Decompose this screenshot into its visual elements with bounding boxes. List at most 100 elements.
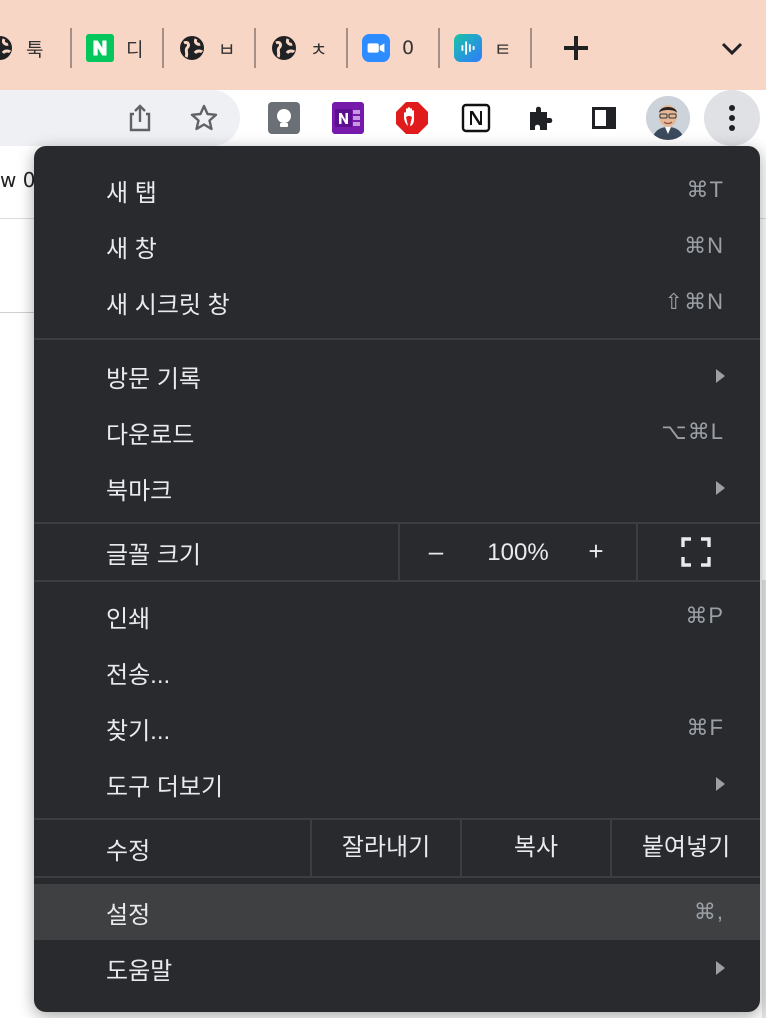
tab-1[interactable]: 툭 xyxy=(0,28,43,68)
puzzle-extensions-icon xyxy=(530,106,553,130)
menu-item-label: 다운로드 xyxy=(106,421,195,449)
adblock-extension-button[interactable] xyxy=(394,100,430,136)
menu-item-shortcut: ⌥⌘L xyxy=(661,419,724,444)
zoom-divider xyxy=(636,524,638,580)
chevron-down-icon xyxy=(721,42,743,56)
adblock-hand-icon xyxy=(396,102,428,134)
zoom-video-icon xyxy=(362,34,390,62)
menu-item-shortcut: ⇧⌘N xyxy=(664,289,724,314)
fullscreen-button[interactable] xyxy=(680,536,712,568)
tab-title: 디 xyxy=(126,38,144,61)
menu-item-label: 새 시크릿 창 xyxy=(106,291,230,319)
tab-separator xyxy=(346,28,348,68)
menu-item-new-tab[interactable]: 새 탭 ⌘T xyxy=(34,162,760,218)
onenote-extension-button[interactable] xyxy=(330,100,366,136)
menu-item-shortcut: ⌘T xyxy=(686,177,724,202)
sidepanel-icon xyxy=(592,107,616,129)
naver-n-icon xyxy=(86,34,114,62)
menu-item-label: 방문 기록 xyxy=(106,365,201,393)
menu-item-label: 설정 xyxy=(106,901,151,929)
chrome-menu-button[interactable] xyxy=(704,90,760,146)
tab-title: 툭 xyxy=(26,38,44,61)
side-panel-button[interactable] xyxy=(586,100,622,136)
globe-icon xyxy=(270,34,298,62)
tab-separator xyxy=(254,28,256,68)
extensions-button[interactable] xyxy=(522,100,558,136)
edit-label: 수정 xyxy=(106,837,151,865)
new-tab-button[interactable] xyxy=(560,30,592,66)
clova-note-icon xyxy=(454,34,482,62)
zoom-label: 글꼴 크기 xyxy=(106,541,201,569)
menu-item-label: 북마크 xyxy=(106,477,173,505)
menu-item-label: 도구 더보기 xyxy=(106,773,224,801)
profile-avatar[interactable] xyxy=(646,96,690,140)
lightbulb-extension-icon xyxy=(268,102,300,134)
zoom-out-button[interactable]: – xyxy=(418,534,454,570)
chrome-app-menu: 새 탭 ⌘T 새 창 ⌘N 새 시크릿 창 ⇧⌘N 방문 기록 다운로드 ⌥⌘L… xyxy=(34,146,760,1012)
zoom-divider xyxy=(398,524,400,580)
menu-item-label: 전송... xyxy=(106,661,171,689)
menu-item-print[interactable]: 인쇄 ⌘P xyxy=(34,588,760,644)
submenu-arrow-icon xyxy=(716,481,725,495)
tab-search-button[interactable] xyxy=(718,34,746,62)
menu-item-help[interactable]: 도움말 xyxy=(34,940,760,996)
menu-item-more-tools[interactable]: 도구 더보기 xyxy=(34,756,760,812)
tab-title: ㅌ xyxy=(494,38,512,61)
menu-item-shortcut: ⌘N xyxy=(684,233,724,258)
globe-icon xyxy=(178,34,206,62)
notion-icon xyxy=(461,103,491,133)
menu-item-new-incognito-window[interactable]: 새 시크릿 창 ⇧⌘N xyxy=(34,274,760,330)
share-icon xyxy=(129,104,151,132)
tab-6[interactable]: ㅌ xyxy=(454,28,511,68)
menu-item-history[interactable]: 방문 기록 xyxy=(34,348,760,404)
bookmark-star-button[interactable] xyxy=(186,100,222,136)
zoom-level: 100% xyxy=(487,539,549,566)
menu-divider xyxy=(34,580,760,582)
menu-item-label: 찾기... xyxy=(106,717,171,745)
copy-button[interactable]: 복사 xyxy=(462,820,610,876)
menu-item-label: 새 창 xyxy=(106,235,157,263)
submenu-arrow-icon xyxy=(716,369,725,383)
menu-item-label: 새 탭 xyxy=(106,179,157,207)
lightbulb-extension-button[interactable] xyxy=(266,100,302,136)
submenu-arrow-icon xyxy=(716,961,725,975)
fullscreen-icon xyxy=(681,537,711,567)
menu-divider xyxy=(34,338,760,340)
tab-title: ㅊ xyxy=(310,38,328,61)
plus-icon xyxy=(564,36,588,60)
paste-button[interactable]: 붙여넣기 xyxy=(612,820,760,876)
menu-item-downloads[interactable]: 다운로드 ⌥⌘L xyxy=(34,404,760,460)
submenu-arrow-icon xyxy=(716,777,725,791)
tab-5[interactable]: 0 xyxy=(362,28,414,68)
tab-4[interactable]: ㅊ xyxy=(270,28,327,68)
menu-item-cast[interactable]: 전송... xyxy=(34,644,760,700)
zoom-in-button[interactable]: + xyxy=(578,534,614,570)
menu-item-label: 인쇄 xyxy=(106,605,151,633)
tab-3[interactable]: ㅂ xyxy=(178,28,235,68)
onenote-icon xyxy=(332,102,364,134)
more-vert-icon xyxy=(729,105,735,131)
toolbar xyxy=(0,90,766,146)
menu-item-shortcut: ⌘P xyxy=(685,603,724,628)
tab-strip: 툭 디 ㅂ ㅊ 0 ㅌ xyxy=(0,0,766,90)
menu-item-find[interactable]: 찾기... ⌘F xyxy=(34,700,760,756)
tab-title: ㅂ xyxy=(218,38,236,61)
menu-item-new-window[interactable]: 새 창 ⌘N xyxy=(34,218,760,274)
tab-2[interactable]: 디 xyxy=(86,28,143,68)
tab-separator xyxy=(70,28,72,68)
menu-divider xyxy=(34,876,760,878)
menu-item-bookmarks[interactable]: 북마크 xyxy=(34,460,760,516)
cut-button[interactable]: 잘라내기 xyxy=(312,820,460,876)
page-fragment-text: w 0 xyxy=(0,168,36,192)
menu-item-shortcut: ⌘F xyxy=(686,715,724,740)
notion-extension-button[interactable] xyxy=(458,100,494,136)
tab-separator xyxy=(438,28,440,68)
menu-zoom-row: 글꼴 크기 xyxy=(34,524,760,580)
star-icon xyxy=(190,104,218,131)
tab-separator xyxy=(530,28,532,68)
page-scrollbar[interactable] xyxy=(762,580,766,1018)
menu-item-settings[interactable]: 설정 ⌘, xyxy=(34,884,760,940)
menu-item-label: 도움말 xyxy=(106,957,173,985)
share-button[interactable] xyxy=(122,100,158,136)
tab-title: 0 xyxy=(402,37,415,59)
